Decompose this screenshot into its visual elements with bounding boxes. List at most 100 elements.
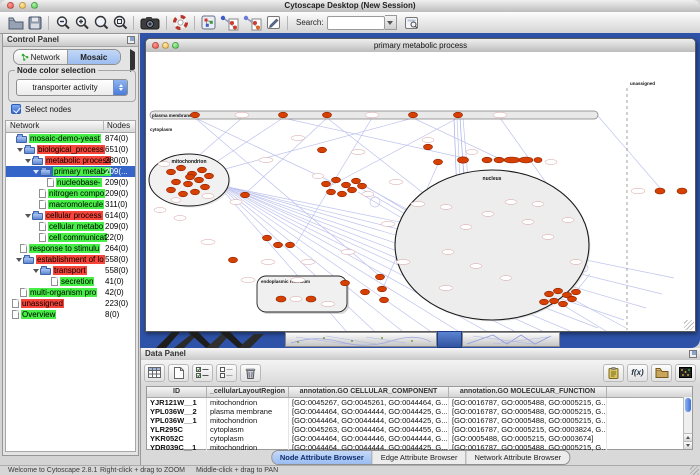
node-color-select[interactable]: transporter activity xyxy=(16,79,128,96)
help-ring-icon[interactable] xyxy=(171,14,190,32)
table-row[interactable]: YKR052C cytoplasm [GO:0044464, GO:004444… xyxy=(147,434,692,443)
tree-row[interactable]: nucleobase- 209(0) xyxy=(6,177,135,188)
layout-nodes-2-icon[interactable] xyxy=(241,14,264,32)
tree-row[interactable]: unassigned 223(0) xyxy=(6,298,135,309)
snapshot-icon[interactable] xyxy=(138,14,162,32)
tree-row[interactable]: biological_process 651(0) xyxy=(6,144,135,155)
document-icon xyxy=(20,244,27,253)
more-tabs-arrow-icon[interactable] xyxy=(130,52,135,70)
unassigned-label: unassigned xyxy=(630,81,655,86)
tab-network-attribute-browser[interactable]: Network Attribute Browser xyxy=(466,451,569,464)
zoom-fit-icon[interactable] xyxy=(110,14,129,32)
expand-arrow-icon[interactable] xyxy=(25,159,31,163)
network-overview-icon[interactable] xyxy=(199,14,218,32)
document-icon xyxy=(20,288,27,297)
col-cellular-component[interactable]: annotation.GO CELLULAR_COMPONENT xyxy=(289,387,449,397)
expand-arrow-icon[interactable] xyxy=(33,269,39,273)
tree-col-network[interactable]: Network xyxy=(10,121,39,130)
import-attributes-icon[interactable] xyxy=(651,364,672,382)
unselect-columns-icon[interactable] xyxy=(216,364,237,382)
network-view-window[interactable]: primary metabolic process xyxy=(145,38,696,332)
tree-row[interactable]: nitrogen compo 209(0) xyxy=(6,188,135,199)
tree-row[interactable]: response to stimulu 264(0) xyxy=(6,243,135,254)
tree-row[interactable]: cellular process 614(0) xyxy=(6,210,135,221)
matrix-view-icon[interactable] xyxy=(675,364,696,382)
pan-hint-text: Middle-click + drag to PAN xyxy=(196,467,278,474)
tree-row[interactable]: transport 558(0) xyxy=(6,265,135,276)
expand-arrow-icon[interactable] xyxy=(16,258,22,262)
document-icon xyxy=(39,222,46,231)
folder-icon xyxy=(32,213,43,220)
delete-attribute-icon[interactable] xyxy=(240,364,261,382)
layout-nodes-1-icon[interactable] xyxy=(218,14,241,32)
tab-edge-attribute-browser[interactable]: Edge Attribute Browser xyxy=(373,451,467,464)
col-molecular-function[interactable]: annotation.GO MOLECULAR_FUNCTION xyxy=(449,387,607,397)
network-window-titlebar[interactable]: primary metabolic process xyxy=(146,39,695,53)
float-panel-icon[interactable] xyxy=(127,36,135,44)
select-columns-icon[interactable] xyxy=(192,364,213,382)
network-tab-icon xyxy=(21,53,29,61)
scrollbar-thumb[interactable] xyxy=(685,398,691,412)
cytoscape-app: Cytoscape Desktop (New Session) xyxy=(0,0,700,474)
plasma-membrane-label: plasma membrane xyxy=(152,113,192,118)
expand-arrow-icon[interactable] xyxy=(33,170,39,174)
attribute-table-header: ID _cellularLayoutRegion annotation.GO C… xyxy=(147,387,692,398)
col-id[interactable]: ID xyxy=(147,387,207,397)
zoom-in-icon[interactable] xyxy=(72,14,91,32)
unassigned-region: unassigned xyxy=(627,81,655,330)
attribute-browser-tabs: Node Attribute Browser Edge Attribute Br… xyxy=(271,450,570,465)
tree-row[interactable]: cell communicat 22(0) xyxy=(6,232,135,243)
select-nodes-checkbox[interactable] xyxy=(11,104,21,114)
tree-row[interactable]: metabolic process 280(0) xyxy=(6,155,135,166)
scroll-down-icon[interactable] xyxy=(684,441,692,449)
minimized-view-thumbnail[interactable] xyxy=(154,332,266,348)
minimized-view-strip[interactable] xyxy=(462,332,560,347)
tree-row[interactable]: mosaic-demo-yeast 874(0) xyxy=(6,133,135,144)
tab-network[interactable]: Network xyxy=(14,50,68,64)
new-attribute-icon[interactable] xyxy=(168,364,189,382)
scroll-up-icon[interactable] xyxy=(684,433,692,441)
search-options-dropdown[interactable] xyxy=(385,15,397,30)
mitochondrion-label: mitochondrion xyxy=(172,159,207,165)
attribute-table-icon[interactable] xyxy=(144,364,165,382)
tree-row-selected[interactable]: primary metabo 209(... xyxy=(6,166,135,177)
tree-row[interactable]: secretion 41(0) xyxy=(6,276,135,287)
open-icon[interactable] xyxy=(6,14,25,32)
minimized-view-thumb[interactable] xyxy=(437,331,462,348)
document-icon xyxy=(39,189,46,198)
save-icon[interactable] xyxy=(25,14,44,32)
expand-arrow-icon[interactable] xyxy=(17,148,23,152)
tab-mosaic[interactable]: Mosaic xyxy=(68,50,121,64)
select-nodes-label: Select nodes xyxy=(25,105,71,114)
float-panel-icon[interactable] xyxy=(689,350,697,358)
tree-row[interactable]: macromolecule 311(0) xyxy=(6,199,135,210)
expand-arrow-icon[interactable] xyxy=(25,214,31,218)
folder-icon xyxy=(40,268,51,275)
tree-row[interactable]: Overview 8(0) xyxy=(6,309,135,320)
advanced-search-icon[interactable] xyxy=(402,14,421,32)
zoom-selected-icon[interactable] xyxy=(91,14,110,32)
table-row[interactable]: YPL036W__2 plasma membrane [GO:0044464, … xyxy=(147,407,692,416)
annotation-editor-icon[interactable] xyxy=(264,14,283,32)
mdi-desktop: primary metabolic process xyxy=(140,33,700,348)
search-input[interactable] xyxy=(327,16,385,30)
tree-row[interactable]: multi-organism pro 42(0) xyxy=(6,287,135,298)
table-scrollbar[interactable] xyxy=(683,397,692,449)
zoom-out-icon[interactable] xyxy=(53,14,72,32)
group-legend: Node color selection xyxy=(15,66,98,75)
col-region[interactable]: _cellularLayoutRegion xyxy=(207,387,289,397)
window-resize-grip[interactable] xyxy=(684,320,694,330)
minimized-view-strip[interactable] xyxy=(285,332,437,347)
tree-col-nodes[interactable]: Nodes xyxy=(103,121,130,130)
tree-row[interactable]: establishment of lo 558(0) xyxy=(6,254,135,265)
table-row[interactable]: YPL036W__1 mitochondrion [GO:0044464, GO… xyxy=(147,416,692,425)
table-row[interactable]: YLR295C cytoplasm [GO:0045263, GO:004446… xyxy=(147,425,692,434)
nucleus-region[interactable]: nucleus xyxy=(395,170,591,322)
paste-attributes-icon[interactable] xyxy=(603,364,624,382)
tree-row[interactable]: cellular metabo 209(0) xyxy=(6,221,135,232)
network-canvas[interactable]: nucleus plasma membrane cytoplasm mitoch… xyxy=(146,52,695,331)
function-builder-icon[interactable]: f(x) xyxy=(627,364,648,382)
tab-node-attribute-browser[interactable]: Node Attribute Browser xyxy=(272,451,373,464)
table-row[interactable]: YJR121W__1 mitochondrion [GO:0045267, GO… xyxy=(147,398,692,407)
data-panel-title: Data Panel xyxy=(145,349,186,358)
